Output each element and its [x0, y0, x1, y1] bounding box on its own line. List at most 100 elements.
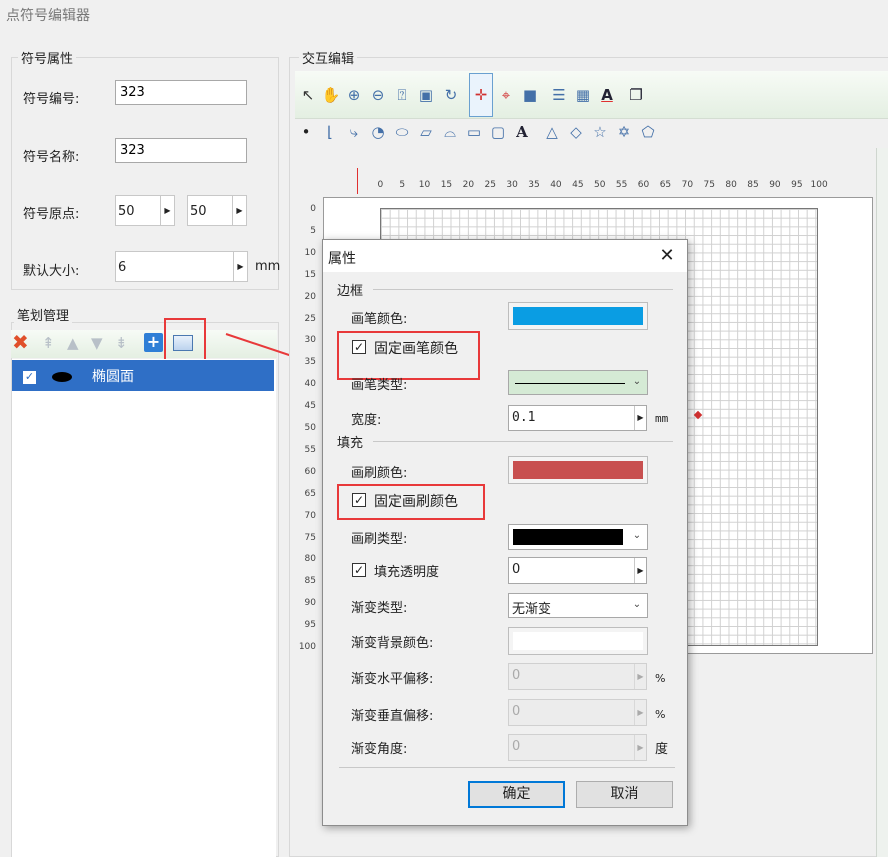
ruler-top-tick-label: 55: [615, 180, 628, 190]
ruler-top-tick-label: 85: [747, 180, 759, 190]
ruler-top-tick-label: 40: [550, 180, 562, 190]
grad-type-chevron-down-icon[interactable]: ⌄: [631, 597, 643, 613]
window-icon[interactable]: ❐: [626, 85, 646, 105]
text-color-icon[interactable]: A: [597, 85, 617, 105]
origin-x-spinner[interactable]: 50 ▶: [115, 195, 175, 226]
star-icon[interactable]: ☆: [590, 122, 610, 142]
code-input[interactable]: [115, 80, 247, 105]
delete-icon[interactable]: ✖: [12, 332, 32, 352]
ruler-left-tick-label: 95: [304, 620, 316, 631]
buttons-divider: [339, 767, 675, 768]
ruler-left-tick-label: 65: [304, 488, 316, 499]
width-spinner[interactable]: 0.1 ▶: [508, 405, 647, 431]
pen-type-chevron-down-icon[interactable]: ⌄: [631, 374, 643, 390]
node-edit-icon[interactable]: ⌖: [496, 85, 516, 105]
brush-color-label: 画刷颜色:: [351, 466, 408, 481]
move-down-icon[interactable]: ▼: [91, 334, 109, 352]
hexagram-icon[interactable]: ✡: [614, 122, 634, 142]
pen-color-swatch[interactable]: [508, 302, 648, 330]
text-tool-icon[interactable]: A: [512, 122, 532, 142]
triangle-icon[interactable]: △: [542, 122, 562, 142]
brush-type-chevron-down-icon[interactable]: ⌄: [631, 528, 643, 544]
zoom-query-icon[interactable]: ⍰: [392, 85, 412, 105]
brush-type-combo[interactable]: ⌄: [508, 524, 648, 550]
origin-x-arrow-icon[interactable]: ▶: [160, 196, 174, 225]
move-bottom-icon[interactable]: ⇟: [115, 334, 133, 352]
ruler-left-tick-label: 5: [310, 225, 316, 236]
grad-h-arrow-icon[interactable]: ▶: [634, 664, 646, 689]
point-icon[interactable]: •: [296, 122, 316, 142]
polyline-icon[interactable]: ⌊: [320, 122, 340, 142]
size-spinner[interactable]: 6 ▶: [115, 251, 248, 282]
grad-h-unit: %: [655, 672, 666, 685]
diamond-icon[interactable]: ◇: [566, 122, 586, 142]
properties-highlight-box: [164, 318, 206, 364]
pan-icon[interactable]: ✋: [321, 85, 341, 105]
brush-type-label: 画刷类型:: [351, 532, 408, 547]
dome-icon[interactable]: ⌓: [440, 122, 460, 142]
grad-bg-swatch[interactable]: [508, 627, 648, 655]
zoom-out-icon[interactable]: ⊖: [368, 85, 388, 105]
name-input[interactable]: [115, 138, 247, 163]
item-checkbox[interactable]: ✓: [23, 371, 36, 384]
origin-y-spinner[interactable]: 50 ▶: [187, 195, 247, 226]
close-icon[interactable]: ✕: [655, 244, 679, 268]
origin-y-value: 50: [190, 204, 207, 219]
ruler-top-tick-label: 80: [725, 180, 737, 190]
dialog-title: 属性: [328, 251, 356, 267]
ruler-top-tick-label: 30: [506, 180, 518, 190]
pointer-icon[interactable]: ↖: [298, 85, 318, 105]
ruler-top-tick-label: 35: [528, 180, 540, 190]
size-arrow-icon[interactable]: ▶: [233, 252, 247, 281]
rectangle-icon[interactable]: ▭: [464, 122, 484, 142]
lines-icon[interactable]: ☰: [549, 85, 569, 105]
ruler-left-tick-label: 100: [298, 642, 316, 652]
ruler-left-tick-label: 80: [304, 554, 316, 565]
refresh-icon[interactable]: ↻: [441, 85, 461, 105]
grad-v-arrow-icon[interactable]: ▶: [634, 700, 646, 725]
add-icon[interactable]: +: [144, 333, 163, 352]
grad-angle-arrow-icon[interactable]: ▶: [634, 735, 646, 760]
width-arrow-icon[interactable]: ▶: [634, 406, 646, 430]
width-unit: mm: [655, 412, 669, 425]
rounded-rect-icon[interactable]: ▢: [488, 122, 508, 142]
brush-color-fill: [513, 461, 643, 479]
grad-v-value: 0: [512, 704, 521, 719]
shape-fill-icon[interactable]: ⬠: [638, 122, 658, 142]
fill-alpha-spinner[interactable]: 0 ▶: [508, 557, 647, 584]
fill-alpha-checkbox[interactable]: ✓: [352, 563, 366, 577]
ok-button[interactable]: 确定: [468, 781, 565, 808]
pen-type-combo[interactable]: ⌄: [508, 370, 648, 395]
grad-v-spinner[interactable]: 0 ▶: [508, 699, 647, 726]
fill-square-icon[interactable]: ■: [520, 85, 540, 105]
brush-color-swatch[interactable]: [508, 456, 648, 484]
origin-label: 符号原点:: [23, 207, 80, 222]
stroke-mgmt-label: 笔划管理: [14, 305, 73, 324]
fill-alpha-arrow-icon[interactable]: ▶: [634, 558, 646, 583]
grad-angle-value: 0: [512, 739, 521, 754]
move-up-icon[interactable]: ▲: [67, 334, 85, 352]
origin-y-arrow-icon[interactable]: ▶: [232, 196, 246, 225]
zoom-in-icon[interactable]: ⊕: [344, 85, 364, 105]
ruler-left: 0 5 10 15 20 25 30 35 40 45 50 55 60 65 70 75 80 85 90 95 10…: [298, 200, 318, 660]
cancel-button[interactable]: 取消: [576, 781, 673, 808]
full-extent-icon[interactable]: ▣: [416, 85, 436, 105]
parallelogram-icon[interactable]: ▱: [416, 122, 436, 142]
code-label: 符号编号:: [23, 92, 80, 107]
move-top-icon[interactable]: ⇞: [42, 334, 60, 352]
arc-icon[interactable]: ◔: [368, 122, 388, 142]
grad-type-combo[interactable]: 无渐变 ⌄: [508, 593, 648, 618]
ruler-left-tick-label: 40: [304, 379, 316, 390]
grad-h-spinner[interactable]: 0 ▶: [508, 663, 647, 690]
right-panel-strip: [876, 148, 888, 857]
ruler-top-tick-label: 50: [594, 180, 606, 190]
stroke-list[interactable]: [12, 359, 276, 857]
ellipse-tool-icon[interactable]: ⬭: [392, 122, 412, 142]
bezier-icon[interactable]: ⤷: [344, 122, 364, 142]
ruler-top-tick-label: 15: [440, 180, 453, 190]
grid-icon[interactable]: ▦: [573, 85, 593, 105]
grad-angle-spinner[interactable]: 0 ▶: [508, 734, 647, 761]
grad-h-label: 渐变水平偏移:: [351, 672, 434, 687]
dialog-titlebar: [323, 240, 687, 272]
ruler-left-tick-label: 35: [304, 357, 316, 368]
